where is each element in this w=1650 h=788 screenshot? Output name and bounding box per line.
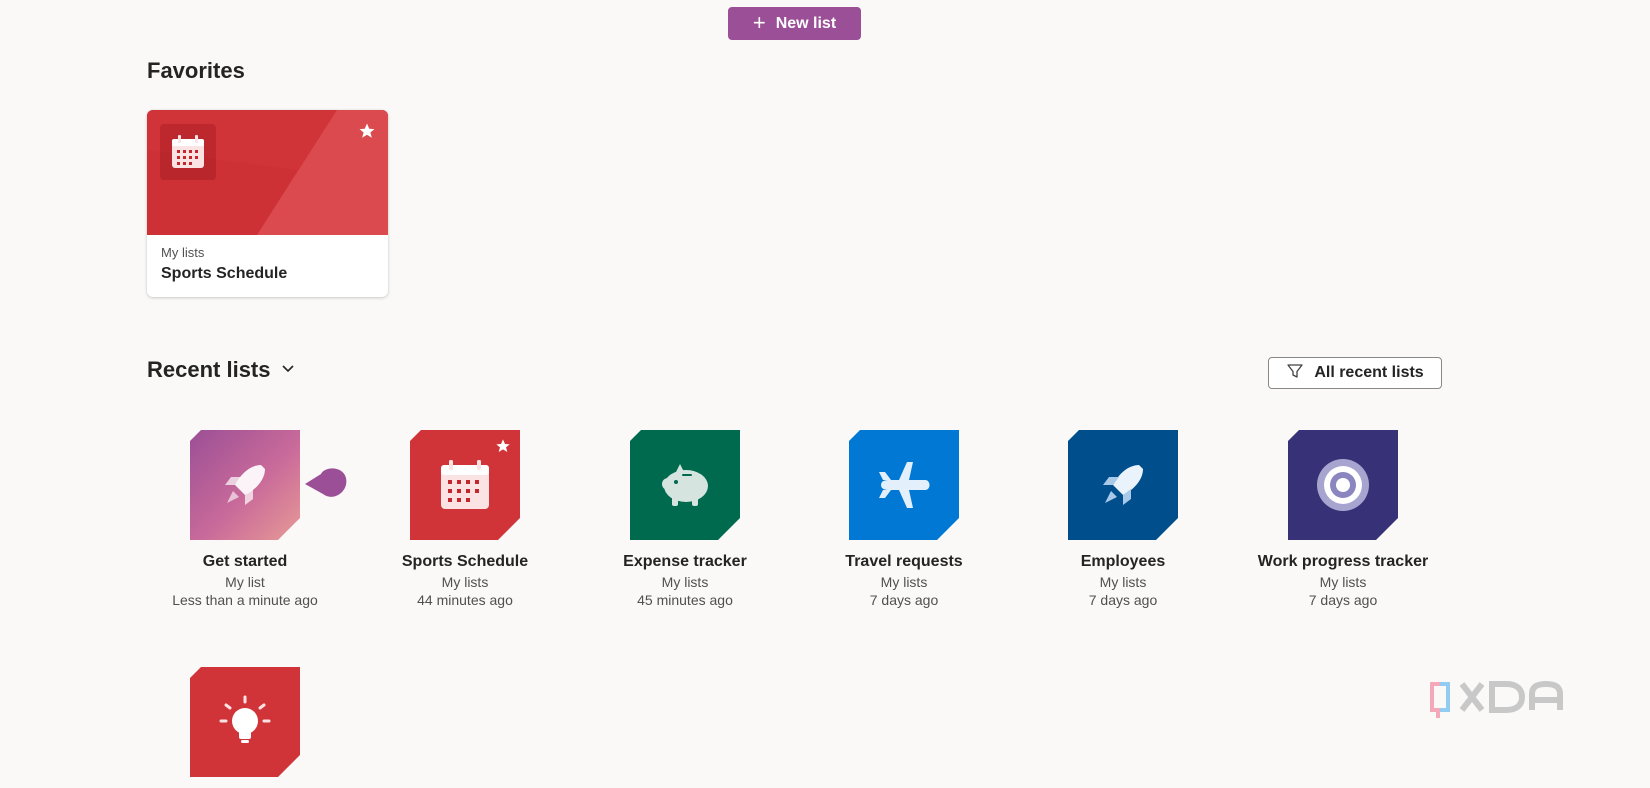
all-recent-lists-filter-button[interactable]: All recent lists (1268, 357, 1442, 389)
chevron-down-icon (281, 361, 295, 380)
list-tile-employees[interactable]: Employees My lists 7 days ago (1023, 430, 1223, 608)
favorite-card-sports-schedule[interactable]: My lists Sports Schedule (147, 110, 388, 297)
card-title: Sports Schedule (161, 265, 288, 282)
xda-logo (1428, 674, 1588, 727)
list-tile-get-started[interactable]: Get started My list Less than a minute a… (145, 430, 345, 608)
new-list-label: New list (775, 14, 837, 32)
tile-timestamp: Less than a minute ago (172, 592, 318, 608)
calendar-icon (410, 430, 520, 540)
tile-category: My lists (880, 574, 928, 590)
calendar-icon (160, 124, 216, 180)
tile-title: Employees (1080, 553, 1166, 570)
new-list-button[interactable]: + New list (728, 7, 861, 40)
tile-timestamp: 45 minutes ago (637, 592, 733, 608)
tile-category: My lists (661, 574, 709, 590)
card-category: My lists (161, 245, 205, 260)
airplane-icon (849, 430, 959, 540)
tile-category: My lists (1319, 574, 1367, 590)
filter-label: All recent lists (1314, 364, 1424, 381)
tile-timestamp: 7 days ago (1308, 592, 1378, 608)
favorite-star-icon (495, 438, 511, 459)
list-tile-travel-requests[interactable]: Travel requests My lists 7 days ago (804, 430, 1004, 608)
plus-icon: + (752, 9, 766, 35)
tile-timestamp: 7 days ago (869, 592, 939, 608)
target-icon (1288, 430, 1398, 540)
tile-category: My lists (441, 574, 489, 590)
piggy-bank-icon (630, 430, 740, 540)
tile-timestamp: 44 minutes ago (417, 592, 513, 608)
notification-bubble-icon (303, 464, 349, 504)
tile-category: My list (225, 574, 265, 590)
recent-lists-heading: Recent lists (147, 357, 271, 382)
recent-lists-toggle[interactable]: Recent lists (147, 357, 295, 383)
list-tile-expense-tracker[interactable]: Expense tracker My lists 45 minutes ago (585, 430, 785, 608)
card-banner (147, 110, 388, 235)
filter-icon (1286, 362, 1304, 385)
list-tile-work-progress-tracker[interactable]: Work progress tracker My lists 7 days ag… (1243, 430, 1443, 608)
tile-title: Get started (202, 553, 288, 570)
lightbulb-icon (190, 667, 300, 777)
favorites-heading: Favorites (147, 58, 245, 83)
tile-title: Sports Schedule (401, 553, 529, 570)
list-tile-sports-schedule[interactable]: Sports Schedule My lists 44 minutes ago (365, 430, 565, 608)
tile-timestamp: 7 days ago (1088, 592, 1158, 608)
tile-title: Expense tracker (623, 553, 747, 570)
rocket-icon (1068, 430, 1178, 540)
favorite-star-icon[interactable] (358, 122, 376, 145)
tile-category: My lists (1099, 574, 1147, 590)
list-tile-ideas[interactable] (145, 667, 345, 788)
tile-title: Work progress tracker (1257, 553, 1429, 570)
tile-title: Travel requests (845, 553, 963, 570)
rocket-icon (190, 430, 300, 540)
